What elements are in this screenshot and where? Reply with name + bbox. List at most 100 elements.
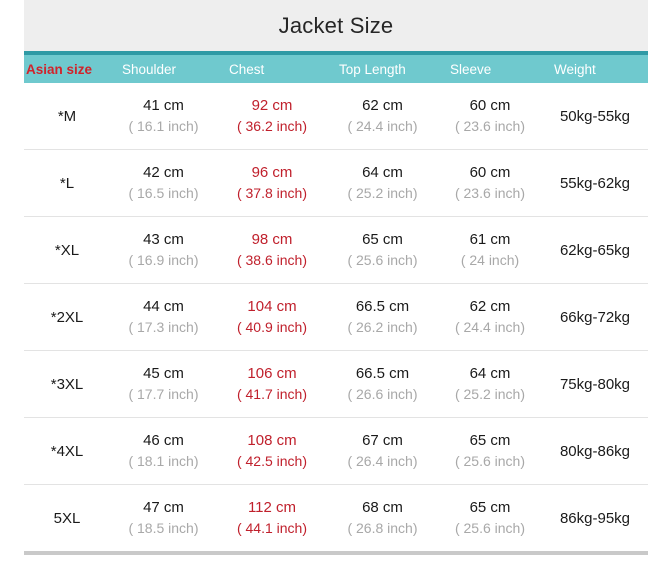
cell-weight: 66kg-72kg — [542, 284, 648, 351]
sleeve-cm: 60 cm — [438, 163, 542, 183]
top-length-cm: 68 cm — [327, 498, 438, 518]
shoulder-cm: 45 cm — [110, 364, 217, 384]
cell-size: *L — [24, 150, 110, 217]
column-header-sleeve: Sleeve — [438, 53, 542, 83]
table-row: *2XL 44 cm ( 17.3 inch) 104 cm ( 40.9 in… — [24, 284, 648, 351]
cell-shoulder: 44 cm ( 17.3 inch) — [110, 284, 217, 351]
chest-inch: ( 42.5 inch) — [217, 452, 327, 471]
chest-inch: ( 41.7 inch) — [217, 385, 327, 404]
chest-cm: 106 cm — [217, 364, 327, 384]
top-length-inch: ( 26.8 inch) — [327, 519, 438, 538]
cell-sleeve: 61 cm ( 24 inch) — [438, 217, 542, 284]
top-length-inch: ( 24.4 inch) — [327, 117, 438, 136]
cell-size: *XL — [24, 217, 110, 284]
cell-sleeve: 65 cm ( 25.6 inch) — [438, 418, 542, 485]
cell-top-length: 65 cm ( 25.6 inch) — [327, 217, 438, 284]
table-row: *XL 43 cm ( 16.9 inch) 98 cm ( 38.6 inch… — [24, 217, 648, 284]
page-title: Jacket Size — [279, 13, 394, 39]
column-header-chest: Chest — [217, 53, 327, 83]
shoulder-cm: 42 cm — [110, 163, 217, 183]
cell-chest: 98 cm ( 38.6 inch) — [217, 217, 327, 284]
cell-size: *4XL — [24, 418, 110, 485]
shoulder-inch: ( 18.1 inch) — [110, 452, 217, 471]
shoulder-cm: 41 cm — [110, 96, 217, 116]
sleeve-inch: ( 25.6 inch) — [438, 519, 542, 538]
table-row: *M 41 cm ( 16.1 inch) 92 cm ( 36.2 inch)… — [24, 83, 648, 150]
sleeve-inch: ( 24.4 inch) — [438, 318, 542, 337]
cell-sleeve: 65 cm ( 25.6 inch) — [438, 485, 542, 554]
sleeve-inch: ( 24 inch) — [438, 251, 542, 270]
cell-shoulder: 41 cm ( 16.1 inch) — [110, 83, 217, 150]
top-length-cm: 62 cm — [327, 96, 438, 116]
cell-chest: 108 cm ( 42.5 inch) — [217, 418, 327, 485]
cell-chest: 112 cm ( 44.1 inch) — [217, 485, 327, 554]
cell-chest: 92 cm ( 36.2 inch) — [217, 83, 327, 150]
table-row: 5XL 47 cm ( 18.5 inch) 112 cm ( 44.1 inc… — [24, 485, 648, 554]
cell-top-length: 64 cm ( 25.2 inch) — [327, 150, 438, 217]
sleeve-cm: 60 cm — [438, 96, 542, 116]
size-chart-container: Jacket Size Asian size Shoulder Chest To… — [0, 0, 661, 571]
sleeve-inch: ( 23.6 inch) — [438, 184, 542, 203]
shoulder-inch: ( 17.7 inch) — [110, 385, 217, 404]
column-header-shoulder: Shoulder — [110, 53, 217, 83]
cell-chest: 106 cm ( 41.7 inch) — [217, 351, 327, 418]
sleeve-inch: ( 25.6 inch) — [438, 452, 542, 471]
chart-title-bar: Jacket Size — [24, 0, 648, 51]
top-length-cm: 66.5 cm — [327, 297, 438, 317]
cell-size: *3XL — [24, 351, 110, 418]
cell-weight: 75kg-80kg — [542, 351, 648, 418]
cell-top-length: 62 cm ( 24.4 inch) — [327, 83, 438, 150]
shoulder-inch: ( 18.5 inch) — [110, 519, 217, 538]
sleeve-cm: 61 cm — [438, 230, 542, 250]
cell-shoulder: 43 cm ( 16.9 inch) — [110, 217, 217, 284]
sleeve-cm: 62 cm — [438, 297, 542, 317]
top-length-inch: ( 26.6 inch) — [327, 385, 438, 404]
cell-sleeve: 62 cm ( 24.4 inch) — [438, 284, 542, 351]
sleeve-inch: ( 23.6 inch) — [438, 117, 542, 136]
top-length-cm: 66.5 cm — [327, 364, 438, 384]
cell-shoulder: 46 cm ( 18.1 inch) — [110, 418, 217, 485]
column-header-weight: Weight — [542, 53, 648, 83]
chest-cm: 98 cm — [217, 230, 327, 250]
chest-cm: 108 cm — [217, 431, 327, 451]
top-length-cm: 67 cm — [327, 431, 438, 451]
sleeve-cm: 64 cm — [438, 364, 542, 384]
cell-sleeve: 64 cm ( 25.2 inch) — [438, 351, 542, 418]
chest-inch: ( 40.9 inch) — [217, 318, 327, 337]
cell-top-length: 67 cm ( 26.4 inch) — [327, 418, 438, 485]
cell-shoulder: 42 cm ( 16.5 inch) — [110, 150, 217, 217]
column-header-asian-size: Asian size — [24, 53, 110, 83]
top-length-inch: ( 25.2 inch) — [327, 184, 438, 203]
chest-inch: ( 44.1 inch) — [217, 519, 327, 538]
shoulder-cm: 47 cm — [110, 498, 217, 518]
sleeve-cm: 65 cm — [438, 431, 542, 451]
cell-size: *M — [24, 83, 110, 150]
chest-inch: ( 36.2 inch) — [217, 117, 327, 136]
cell-top-length: 66.5 cm ( 26.6 inch) — [327, 351, 438, 418]
cell-weight: 80kg-86kg — [542, 418, 648, 485]
sleeve-cm: 65 cm — [438, 498, 542, 518]
shoulder-inch: ( 16.1 inch) — [110, 117, 217, 136]
shoulder-cm: 44 cm — [110, 297, 217, 317]
table-row: *3XL 45 cm ( 17.7 inch) 106 cm ( 41.7 in… — [24, 351, 648, 418]
cell-top-length: 68 cm ( 26.8 inch) — [327, 485, 438, 554]
shoulder-cm: 46 cm — [110, 431, 217, 451]
table-header: Asian size Shoulder Chest Top Length Sle… — [24, 53, 648, 83]
shoulder-cm: 43 cm — [110, 230, 217, 250]
sleeve-inch: ( 25.2 inch) — [438, 385, 542, 404]
chest-inch: ( 38.6 inch) — [217, 251, 327, 270]
top-length-inch: ( 26.4 inch) — [327, 452, 438, 471]
shoulder-inch: ( 16.5 inch) — [110, 184, 217, 203]
chest-cm: 96 cm — [217, 163, 327, 183]
column-header-top-length: Top Length — [327, 53, 438, 83]
top-length-cm: 64 cm — [327, 163, 438, 183]
chest-cm: 104 cm — [217, 297, 327, 317]
shoulder-inch: ( 16.9 inch) — [110, 251, 217, 270]
top-length-inch: ( 25.6 inch) — [327, 251, 438, 270]
table-row: *4XL 46 cm ( 18.1 inch) 108 cm ( 42.5 in… — [24, 418, 648, 485]
chest-inch: ( 37.8 inch) — [217, 184, 327, 203]
table-header-row: Asian size Shoulder Chest Top Length Sle… — [24, 53, 648, 83]
cell-sleeve: 60 cm ( 23.6 inch) — [438, 83, 542, 150]
size-chart-table: Asian size Shoulder Chest Top Length Sle… — [24, 51, 648, 555]
chest-cm: 112 cm — [217, 498, 327, 518]
